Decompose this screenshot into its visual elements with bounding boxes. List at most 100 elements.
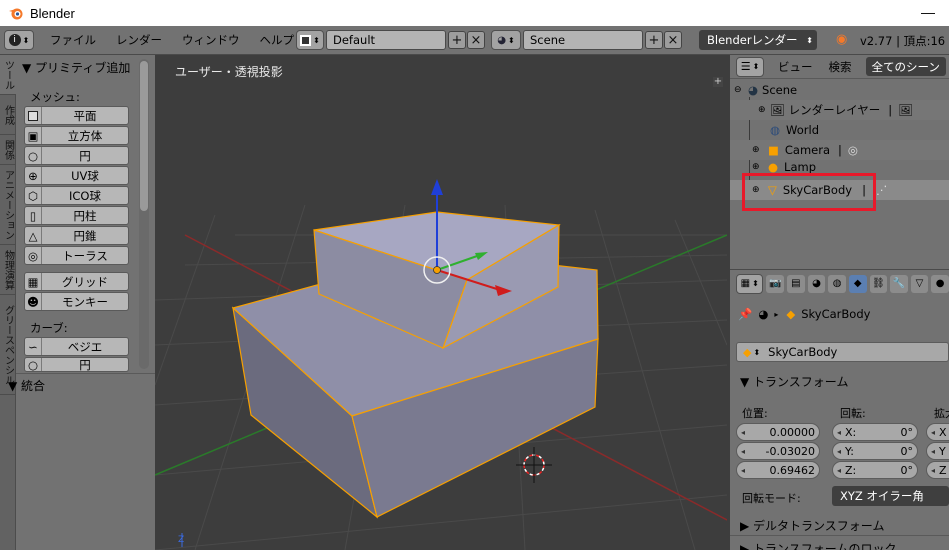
viewport-mode-label: ユーザー・透視投影 [175,65,283,79]
render-engine-select[interactable]: Blenderレンダー ⬍ [699,30,817,50]
add-grid-button[interactable]: ▦ グリッド [24,272,129,291]
add-cube-button[interactable]: ▣ 立方体 [24,126,129,145]
menu-window[interactable]: ウィンドウ [172,32,250,48]
decrement-arrow-icon[interactable]: ◂ [927,428,939,437]
outliner-display-mode-select[interactable]: 全てのシーン [865,57,946,76]
scale-y-label: Y [939,444,946,458]
tool-shelf: ツール 作成 関係 アニメーション 物理演算 グリースペンシル ▼ プリミティブ… [0,55,155,550]
join-panel-header[interactable]: ▼ 統合 [8,377,45,394]
decrement-arrow-icon[interactable]: ◂ [833,428,845,437]
object-icon: ◆ [786,307,796,321]
outliner-editor-type-button[interactable]: ☰ ⬍ [736,56,764,77]
render-tab-icon[interactable]: 📷 [766,274,785,293]
outliner-item-camera[interactable]: ⊕ ■ Camera | ◎ [730,140,949,160]
mesh-data-icon[interactable]: ⋰ [876,183,888,197]
add-cylinder-label: 円柱 [73,208,97,223]
scale-z-field[interactable]: ◂ Z [926,461,949,479]
collapse-icon[interactable]: ⊖ [734,85,744,95]
menu-render[interactable]: レンダー [106,32,172,48]
outliner-item-scene[interactable]: ⊖ ◕ Scene [730,80,949,100]
rotation-y-field[interactable]: ◂ Y: 0° [832,442,918,460]
transform-panel-header[interactable]: ▼ トランスフォーム [740,373,848,390]
world-tab-icon[interactable]: ◍ [828,274,846,293]
z-axis-arrow-icon[interactable] [431,179,443,195]
expand-icon[interactable]: ⊕ [752,162,762,172]
render-layer-toggle-icon[interactable]: 🖼 [898,103,913,117]
outliner-item-world[interactable]: ◍ World [730,120,949,140]
separator: | [888,103,893,117]
object-name-field[interactable]: ◆ ⬍ SkyCarBody [736,342,949,362]
grid-icon: ▦ [25,273,42,290]
screen-layout-browse-button[interactable]: ⬍ [296,30,324,50]
scene-browse-button[interactable]: ◕ ⬍ [491,30,521,50]
add-curve-circle-button[interactable]: ○ 円 [24,357,129,372]
object-tab-icon[interactable]: ◆ [848,274,867,293]
add-monkey-button[interactable]: ☻ モンキー [24,292,129,311]
object-icon: ◆ [743,345,752,359]
add-uv-sphere-button[interactable]: ⊕ UV球 [24,166,129,185]
tab-physics[interactable]: 物理演算 [0,245,16,295]
editor-type-button[interactable]: i ⬍ [4,30,34,50]
tab-animation[interactable]: アニメーション [0,165,16,245]
rotation-mode-select[interactable]: XYZ オイラー角 [832,486,949,506]
tab-tools[interactable]: ツール [0,55,16,95]
scene-field[interactable]: Scene [523,30,643,50]
add-plane-button[interactable]: 平面 [24,106,129,125]
material-tab-icon[interactable]: ● [931,274,949,293]
3d-cursor-icon[interactable] [516,447,552,483]
decrement-arrow-icon[interactable]: ◂ [927,447,939,456]
scale-y-field[interactable]: ◂ Y [926,442,949,460]
minimize-button[interactable]: — [921,4,935,20]
outliner-view-menu[interactable]: ビュー [778,59,813,75]
menu-file[interactable]: ファイル [40,32,106,48]
scene-tab-icon[interactable]: ◕ [807,274,826,293]
viewport-properties-toggle-icon[interactable]: + [713,77,723,87]
viewport-scene[interactable]: Z [155,55,727,550]
outliner-search-menu[interactable]: 検索 [829,59,852,75]
add-torus-button[interactable]: ◎ トーラス [24,246,129,265]
rotation-z-field[interactable]: ◂ Z: 0° [832,461,918,479]
add-cylinder-button[interactable]: ▯ 円柱 [24,206,129,225]
add-layout-icon[interactable]: + [448,31,466,49]
location-x-field[interactable]: ◂ 0.00000 [736,423,820,441]
tab-relations[interactable]: 関係 [0,135,16,165]
rotation-x-field[interactable]: ◂ X: 0° [832,423,918,441]
outliner-item-lamp[interactable]: ⊕ ● Lamp [730,160,949,174]
transform-lock-panel-header[interactable]: ▶ トランスフォームのロック [740,540,896,550]
scale-x-field[interactable]: ◂ X [926,423,949,441]
3d-viewport[interactable]: Z ユーザー・透視投影 + [155,55,727,550]
constraints-tab-icon[interactable]: ⛓ [869,274,888,293]
location-z-field[interactable]: ◂ 0.69462 [736,461,820,479]
decrement-arrow-icon[interactable]: ◂ [833,466,845,475]
location-y-field[interactable]: ◂ -0.03020 [736,442,820,460]
decrement-arrow-icon[interactable]: ◂ [737,447,749,456]
data-tab-icon[interactable]: ▽ [910,274,929,293]
expand-icon[interactable]: ⊕ [752,145,762,155]
add-scene-icon[interactable]: + [645,31,663,49]
render-layers-tab-icon[interactable]: ▤ [787,274,805,293]
pin-icon[interactable]: 📌 [738,307,752,321]
modifiers-tab-icon[interactable]: 🔧 [890,274,908,293]
remove-layout-icon[interactable]: × [467,31,485,49]
screen-layout-field[interactable]: Default [326,30,446,50]
outliner-item-render-layers[interactable]: ⊕ 🖼 レンダーレイヤー | 🖼 [730,100,949,120]
cube-icon: ▣ [25,127,42,144]
up-down-arrow-icon: ⬍ [752,279,759,288]
decrement-arrow-icon[interactable]: ◂ [737,466,749,475]
tab-create[interactable]: 作成 [0,95,16,135]
add-ico-sphere-button[interactable]: ⬡ ICO球 [24,186,129,205]
tool-shelf-scrollbar[interactable] [140,61,148,211]
remove-scene-icon[interactable]: × [664,31,682,49]
add-bezier-button[interactable]: ∽ ベジエ [24,337,129,356]
properties-editor-type-button[interactable]: ▦ ⬍ [736,273,764,294]
delta-transform-panel-header[interactable]: ▶ デルタトランスフォーム [740,517,884,534]
expand-icon[interactable]: ⊕ [758,105,768,115]
decrement-arrow-icon[interactable]: ◂ [833,447,845,456]
decrement-arrow-icon[interactable]: ◂ [927,466,939,475]
camera-data-icon[interactable]: ◎ [848,143,858,157]
primitive-add-panel-header[interactable]: ▼ プリミティブ追加 [22,59,130,76]
add-circle-button[interactable]: ○ 円 [24,146,129,165]
decrement-arrow-icon[interactable]: ◂ [737,428,749,437]
scene-icon: ◕ [758,307,769,321]
add-cone-button[interactable]: △ 円錐 [24,226,129,245]
